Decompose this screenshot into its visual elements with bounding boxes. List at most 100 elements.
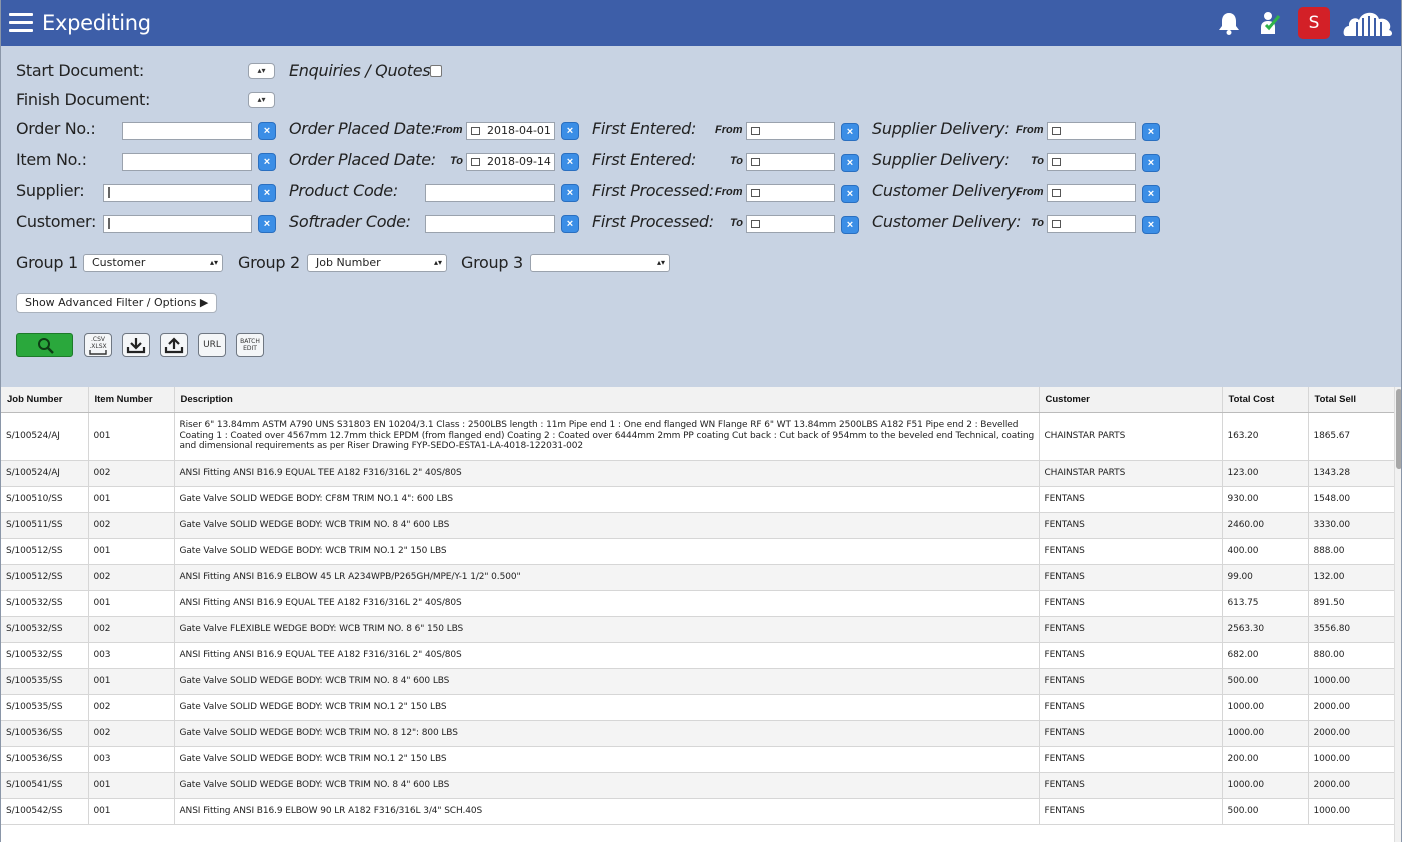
order-placed-from-input[interactable]: 2018-04-01	[466, 122, 555, 140]
customer-cell: FENTANS	[1039, 486, 1223, 513]
table-row[interactable]: S/100536/SS 002 Gate Valve SOLID WEDGE BOD…	[1, 720, 1394, 747]
table-row[interactable]: S/100536/SS 003 Gate Valve SOLID WEDGE BOD…	[1, 746, 1394, 773]
table-row[interactable]: S/100532/SS 002 Gate Valve FLEXIBLE WEDGE …	[1, 616, 1394, 643]
first-processed-to-input[interactable]	[746, 215, 835, 233]
first-entered-from-clear-button[interactable]: ×	[841, 123, 859, 141]
total-sell-cell: 891.50	[1308, 590, 1394, 617]
table-row[interactable]: S/100542/SS 001 ANSI Fitting ANSI B16.9 EL…	[1, 798, 1394, 825]
export-csv-xlsx-button[interactable]: .CSV .XLSX	[84, 333, 112, 357]
customer-clear-button[interactable]: ×	[258, 215, 276, 233]
order-placed-from-clear-button[interactable]: ×	[561, 122, 579, 140]
order-no-input[interactable]	[122, 122, 252, 140]
supplier-clear-button[interactable]: ×	[258, 184, 276, 202]
softrader-code-input[interactable]	[425, 215, 555, 233]
hamburger-icon[interactable]	[9, 13, 33, 33]
first-entered-to-input[interactable]	[746, 153, 835, 171]
avatar[interactable]: S	[1298, 7, 1330, 39]
product-code-input[interactable]	[425, 184, 555, 202]
table-row[interactable]: S/100535/SS 001 Gate Valve SOLID WEDGE BOD…	[1, 668, 1394, 695]
description-cell: Gate Valve SOLID WEDGE BODY: WCB TRIM NO…	[174, 538, 1040, 565]
batch-edit-button[interactable]: BATCH EDIT	[236, 333, 264, 357]
item-number-cell: 003	[88, 746, 175, 773]
url-button[interactable]: URL	[198, 333, 226, 357]
item-no-label: Item No.:	[16, 150, 87, 169]
download-button[interactable]	[122, 333, 150, 357]
header-total-sell[interactable]: Total Sell	[1308, 387, 1394, 413]
enquiries-quotes-checkbox[interactable]	[430, 65, 442, 77]
item-number-cell: 001	[88, 590, 175, 617]
search-button[interactable]	[16, 333, 73, 357]
first-processed-from-label: First Processed:	[592, 181, 714, 200]
table-row[interactable]: S/100524/AJ 002 ANSI Fitting ANSI B16.9 EQ…	[1, 460, 1394, 487]
customer-input[interactable]	[103, 215, 252, 233]
description-cell: Gate Valve FLEXIBLE WEDGE BODY: WCB TRIM…	[174, 616, 1040, 643]
customer-label: Customer:	[16, 212, 97, 231]
cloud-icon[interactable]	[1343, 8, 1393, 38]
job-number-cell: S/100532/SS	[1, 590, 89, 617]
order-placed-to-value: 2018-09-14	[487, 155, 551, 168]
order-placed-to-clear-button[interactable]: ×	[561, 153, 579, 171]
group3-select[interactable]: ▴▾	[530, 254, 670, 272]
job-number-cell: S/100536/SS	[1, 720, 89, 747]
first-processed-from-clear-button[interactable]: ×	[841, 185, 859, 203]
first-processed-to-prefix: To	[730, 217, 744, 229]
total-sell-cell: 1865.67	[1308, 412, 1394, 461]
product-code-clear-button[interactable]: ×	[561, 184, 579, 202]
upload-button[interactable]	[160, 333, 188, 357]
first-processed-from-prefix: From	[715, 186, 743, 198]
customer-delivery-to-clear-button[interactable]: ×	[1142, 216, 1160, 234]
customer-delivery-from-clear-button[interactable]: ×	[1142, 185, 1160, 203]
table-row[interactable]: S/100512/SS 002 ANSI Fitting ANSI B16.9 EL…	[1, 564, 1394, 591]
header-description[interactable]: Description	[174, 387, 1040, 413]
description-cell: Gate Valve SOLID WEDGE BODY: WCB TRIM NO…	[174, 512, 1040, 539]
table-row[interactable]: S/100510/SS 001 Gate Valve SOLID WEDGE BOD…	[1, 486, 1394, 513]
group1-select[interactable]: Customer ▴▾	[83, 254, 223, 272]
customer-cell: FENTANS	[1039, 538, 1223, 565]
customer-cell: CHAINSTAR PARTS	[1039, 412, 1223, 461]
app-title: Expediting	[42, 11, 151, 35]
first-entered-to-clear-button[interactable]: ×	[841, 154, 859, 172]
user-check-icon[interactable]	[1259, 8, 1281, 38]
scrollbar-thumb[interactable]	[1396, 389, 1401, 469]
item-no-input[interactable]	[122, 153, 252, 171]
softrader-code-clear-button[interactable]: ×	[561, 215, 579, 233]
item-number-cell: 002	[88, 512, 175, 539]
job-number-cell: S/100535/SS	[1, 694, 89, 721]
order-placed-to-input[interactable]: 2018-09-14	[466, 153, 555, 171]
header-total-cost[interactable]: Total Cost	[1222, 387, 1309, 413]
table-row[interactable]: S/100511/SS 002 Gate Valve SOLID WEDGE BOD…	[1, 512, 1394, 539]
supplier-delivery-to-input[interactable]	[1047, 153, 1136, 171]
supplier-delivery-from-input[interactable]	[1047, 122, 1136, 140]
customer-delivery-from-input[interactable]	[1047, 184, 1136, 202]
header-job-number[interactable]: Job Number	[1, 387, 89, 413]
header-item-number[interactable]: Item Number	[88, 387, 175, 413]
supplier-input[interactable]	[103, 184, 252, 202]
table-row[interactable]: S/100512/SS 001 Gate Valve SOLID WEDGE BOD…	[1, 538, 1394, 565]
show-advanced-filter-button[interactable]: Show Advanced Filter / Options ▶	[16, 293, 218, 313]
job-number-cell: S/100541/SS	[1, 772, 89, 799]
item-no-clear-button[interactable]: ×	[258, 153, 276, 171]
first-processed-to-clear-button[interactable]: ×	[841, 216, 859, 234]
supplier-delivery-from-clear-button[interactable]: ×	[1142, 123, 1160, 141]
job-number-cell: S/100511/SS	[1, 512, 89, 539]
table-row[interactable]: S/100532/SS 003 ANSI Fitting ANSI B16.9 EQ…	[1, 642, 1394, 669]
first-processed-from-input[interactable]	[746, 184, 835, 202]
table-row[interactable]: S/100535/SS 002 Gate Valve SOLID WEDGE BOD…	[1, 694, 1394, 721]
header-customer[interactable]: Customer	[1039, 387, 1223, 413]
group1-value: Customer	[92, 256, 146, 269]
group2-select[interactable]: Job Number ▴▾	[307, 254, 447, 272]
table-row[interactable]: S/100541/SS 001 Gate Valve SOLID WEDGE BOD…	[1, 772, 1394, 799]
description-cell: Gate Valve SOLID WEDGE BODY: WCB TRIM NO…	[174, 772, 1040, 799]
first-entered-from-label: First Entered:	[592, 119, 697, 138]
order-no-clear-button[interactable]: ×	[258, 122, 276, 140]
customer-cell: CHAINSTAR PARTS	[1039, 460, 1223, 487]
finish-document-select[interactable]: ▴▾	[248, 92, 275, 108]
total-sell-cell: 888.00	[1308, 538, 1394, 565]
table-row[interactable]: S/100524/AJ 001 Riser 6" 13.84mm ASTM A790…	[1, 412, 1394, 461]
supplier-delivery-to-clear-button[interactable]: ×	[1142, 154, 1160, 172]
first-entered-from-input[interactable]	[746, 122, 835, 140]
customer-delivery-to-input[interactable]	[1047, 215, 1136, 233]
table-row[interactable]: S/100532/SS 001 ANSI Fitting ANSI B16.9 EQ…	[1, 590, 1394, 617]
bell-icon[interactable]	[1217, 8, 1241, 38]
start-document-select[interactable]: ▴▾	[248, 63, 275, 79]
